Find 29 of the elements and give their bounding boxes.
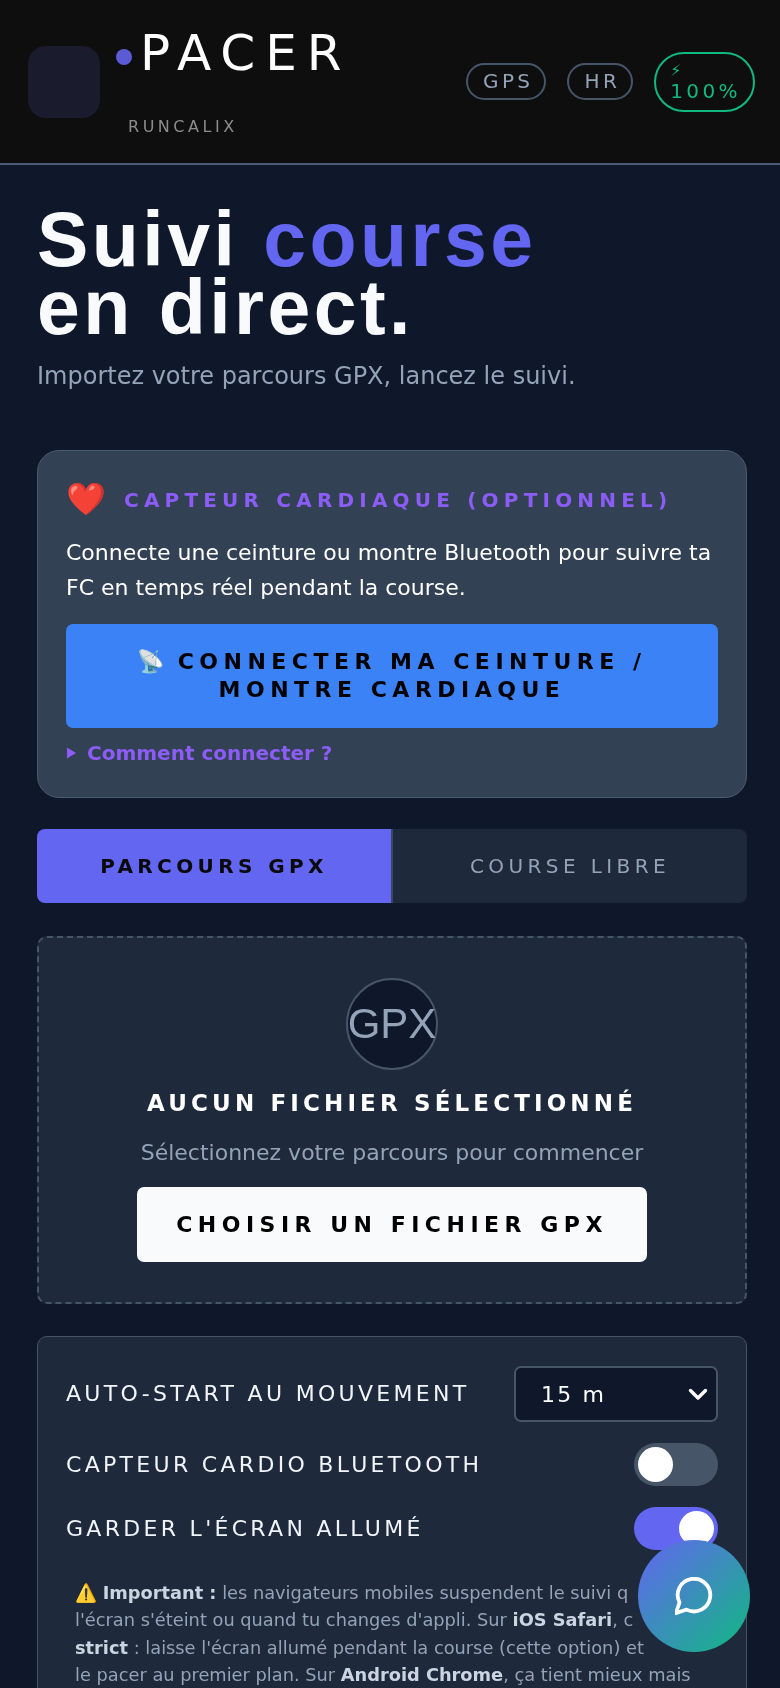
- battery-percent: 100%: [670, 80, 741, 102]
- upload-hint: Sélectionnez votre parcours pour commencer: [140, 1139, 644, 1167]
- logo-square-icon: [28, 45, 100, 118]
- upload-status: AUCUN FICHIER SÉLECTIONNÉ: [147, 1088, 637, 1118]
- file-type-badge: GPX: [346, 978, 438, 1070]
- card-description: Connecte une ceinture ou montre Bluetooth pour suivre ta FC en temps réel pendant la course.: [66, 539, 713, 602]
- setting-label: AUTO-START AU MOUVEMENT: [66, 1380, 470, 1408]
- heart-icon: ❤: [66, 481, 106, 518]
- toggle-switch[interactable]: [634, 1443, 718, 1486]
- chevron-down-icon: [688, 1387, 708, 1401]
- distance-dropdown[interactable]: 15 m: [514, 1366, 718, 1422]
- chat-bubble-icon: [675, 1577, 713, 1615]
- lightning-icon: ⚡: [670, 59, 682, 81]
- connect-sensor-button[interactable]: 📡 CONNECTER MA CEINTURE / MONTRE CARDIAQUE: [66, 624, 718, 728]
- setting-label: CAPTEUR CARDIO BLUETOOTH: [66, 1450, 483, 1479]
- satellite-dish-icon: 📡: [137, 649, 165, 674]
- setting-label: GARDER L'ÉCRAN ALLUMÉ: [66, 1514, 424, 1543]
- mode-tab[interactable]: COURSE LIBRE: [391, 829, 747, 903]
- status-chip: GPS: [466, 63, 547, 100]
- hero-subtitle: Importez votre parcours GPX, lancez le suivi.: [37, 361, 577, 391]
- brand-name: PACER: [140, 27, 352, 78]
- mode-tab[interactable]: PARCOURS GPX: [37, 829, 391, 903]
- warning-note: ⚠ Important : les navigateurs mobiles suspendent le suivi q l'écran s'éteint ou quand tu changes d'appli. Sur iOS Safari, c strict : laisse l'écran allumé pendant la course (cette option) et le pacer au premier plan. Sur Android Chrome, ça tient mieux mais: [75, 1581, 691, 1687]
- brand-dot-icon: [116, 48, 132, 65]
- brand-tagline: RUNCALIX: [128, 116, 238, 136]
- hero-title: Suivi course en direct.: [37, 205, 538, 341]
- choose-file-button[interactable]: CHOISIR UN FICHIER GPX: [137, 1187, 647, 1262]
- status-chip: HR: [567, 63, 634, 100]
- card-title: CAPTEUR CARDIAQUE (OPTIONNEL): [124, 486, 673, 513]
